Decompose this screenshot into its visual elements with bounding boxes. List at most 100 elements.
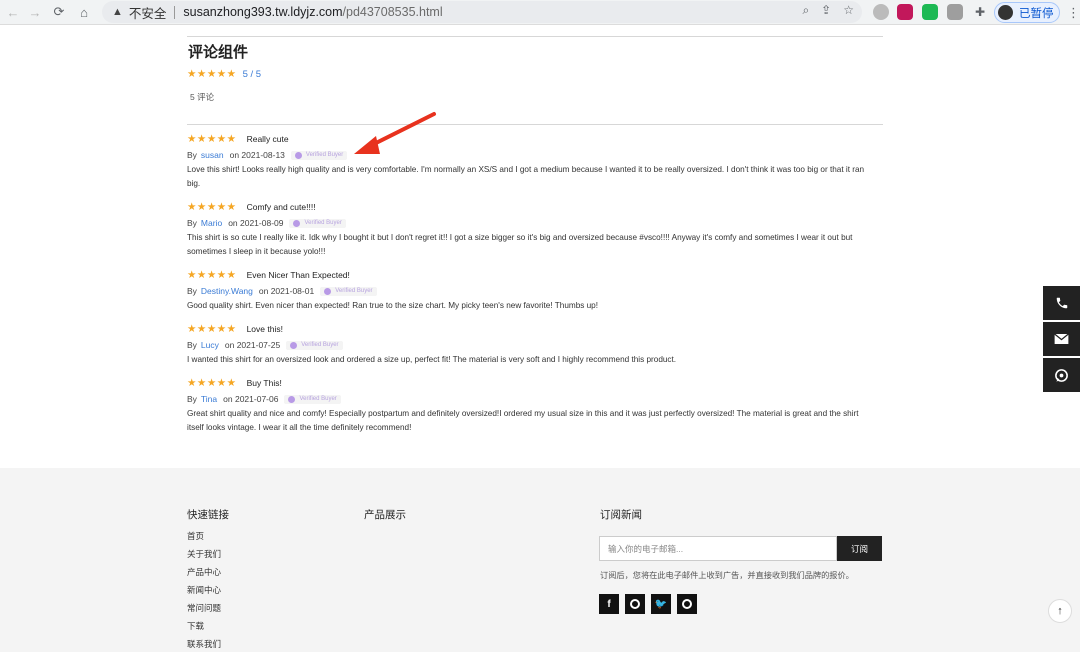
rating-score: 5 / 5 (242, 68, 262, 80)
warning-icon: ▲ (112, 6, 123, 18)
forward-button[interactable]: → (24, 1, 46, 23)
footer-link-home[interactable]: 首页 (187, 530, 204, 542)
puzzle-icon[interactable]: ✚ (972, 4, 988, 20)
phone-button[interactable] (1043, 286, 1080, 320)
review-author[interactable]: Tina (201, 394, 217, 404)
star-rating-icon: ★★★★★ (187, 68, 237, 80)
red-arrow-annotation (354, 112, 436, 154)
footer-link-download[interactable]: 下载 (187, 620, 204, 632)
footer-link-contact[interactable]: 联系我们 (187, 638, 221, 650)
facebook-icon[interactable]: f (599, 594, 619, 614)
quick-links-title: 快速链接 (187, 509, 229, 521)
youtube-icon[interactable] (677, 594, 697, 614)
star-rating-icon: ★★★★★ (187, 377, 237, 389)
back-button[interactable]: ← (2, 1, 24, 23)
review-date: on 2021-08-01 (258, 286, 315, 296)
twitter-icon[interactable]: 🐦 (651, 594, 671, 614)
star-rating-icon: ★★★★★ (187, 201, 237, 213)
zoom-icon[interactable]: ⌕ (802, 3, 809, 18)
star-rating-icon: ★★★★★ (187, 133, 237, 145)
extension-icon[interactable] (873, 4, 889, 20)
review-body: Love this shirt! Looks really high quali… (187, 165, 865, 188)
newsletter-form: 输入你的电子邮箱... 订阅 (599, 536, 882, 561)
verified-icon (290, 341, 298, 349)
footer-link-products[interactable]: 产品中心 (187, 566, 221, 578)
review-author[interactable]: Mario (201, 218, 222, 228)
avatar (998, 5, 1013, 20)
review-author[interactable]: susan (201, 150, 224, 160)
linkedin-icon[interactable] (625, 594, 645, 614)
verified-icon (293, 219, 301, 227)
newsletter-title: 订阅新闻 (600, 509, 642, 521)
review-body: Great shirt quality and nice and comfy! … (187, 409, 859, 432)
review-item: ★★★★★ Really cute By susan on 2021-08-13… (187, 133, 883, 191)
by-label: By (187, 150, 197, 160)
browser-toolbar: ← → ⟳ ⌂ ▲ 不安全 susanzhong393.tw.ldyjz.com… (0, 0, 1080, 25)
review-body: This shirt is so cute I really like it. … (187, 233, 853, 256)
whatsapp-button[interactable] (1043, 358, 1080, 392)
address-bar[interactable]: ▲ 不安全 susanzhong393.tw.ldyjz.com /pd4370… (102, 1, 862, 23)
by-label: By (187, 218, 197, 228)
review-author[interactable]: Lucy (201, 340, 219, 350)
verified-badge: Verified Buyer (284, 394, 341, 404)
verified-icon (294, 151, 302, 159)
review-author[interactable]: Destiny.Wang (201, 286, 253, 296)
review-headline: Love this! (246, 324, 283, 334)
verified-badge: Verified Buyer (286, 340, 343, 350)
email-input[interactable]: 输入你的电子邮箱... (599, 536, 837, 561)
by-label: By (187, 394, 197, 404)
star-rating-icon: ★★★★★ (187, 323, 237, 335)
extension-icon[interactable] (947, 4, 963, 20)
profile-button[interactable]: 已暂停 (994, 2, 1060, 23)
review-date: on 2021-08-13 (229, 150, 285, 160)
divider (187, 36, 883, 37)
review-date: on 2021-08-09 (228, 218, 284, 228)
review-item: ★★★★★ Comfy and cute!!!! By Mario on 202… (187, 201, 883, 259)
footer-link-news[interactable]: 新闻中心 (187, 584, 221, 596)
star-rating-icon: ★★★★★ (187, 269, 237, 281)
more-menu-icon[interactable]: ⋮ (1067, 5, 1080, 21)
bookmark-star-icon[interactable]: ☆ (843, 3, 854, 18)
review-item: ★★★★★ Buy This! By Tina on 2021-07-06 Ve… (187, 377, 883, 435)
by-label: By (187, 286, 197, 296)
profile-label: 已暂停 (1019, 7, 1054, 20)
verified-badge: Verified Buyer (290, 150, 348, 160)
extension-icon[interactable] (922, 4, 938, 20)
floating-contact-bar (1043, 286, 1080, 394)
home-button[interactable]: ⌂ (73, 1, 95, 23)
newsletter-note: 订阅后，您将在此电子邮件上收到广告，并直接收到我们品牌的报价。 (600, 571, 854, 580)
share-icon[interactable]: ⇪ (821, 3, 831, 18)
rating-summary: ★★★★★ 5 / 5 (187, 68, 261, 80)
site-footer: 快速链接 首页 关于我们 产品中心 新闻中心 常问问题 下载 联系我们 产品展示… (0, 468, 1080, 652)
subscribe-button[interactable]: 订阅 (837, 536, 882, 561)
reload-button[interactable]: ⟳ (48, 1, 70, 23)
products-title: 产品展示 (364, 509, 406, 521)
verified-icon (288, 395, 296, 403)
review-count: 5 评论 (190, 92, 215, 102)
social-links: f 🐦 (599, 594, 697, 614)
verified-badge: Verified Buyer (320, 286, 377, 296)
url-path: /pd43708535.html (342, 5, 443, 19)
divider (174, 5, 176, 19)
url-host: susanzhong393.tw.ldyjz.com (183, 5, 343, 19)
review-headline: Comfy and cute!!!! (246, 202, 316, 212)
review-date: on 2021-07-25 (224, 340, 281, 350)
whatsapp-icon (1055, 368, 1068, 382)
review-item: ★★★★★ Even Nicer Than Expected! By Desti… (187, 269, 883, 313)
review-body: Good quality shirt. Even nicer than expe… (187, 301, 598, 310)
review-item: ★★★★★ Love this! By Lucy on 2021-07-25 V… (187, 323, 883, 367)
review-headline: Even Nicer Than Expected! (246, 270, 350, 280)
footer-link-about[interactable]: 关于我们 (187, 548, 221, 560)
insecure-label: 不安全 (128, 6, 167, 21)
envelope-icon (1054, 333, 1069, 344)
review-headline: Really cute (246, 134, 289, 144)
phone-icon (1056, 297, 1067, 309)
back-to-top-button[interactable]: ↑ (1048, 599, 1072, 623)
extension-icon[interactable] (897, 4, 913, 20)
by-label: By (187, 340, 197, 350)
email-button[interactable] (1043, 322, 1080, 356)
review-date: on 2021-07-06 (223, 394, 279, 404)
footer-link-faq[interactable]: 常问问题 (187, 602, 221, 614)
section-title: 评论组件 (188, 44, 249, 61)
review-body: I wanted this shirt for an oversized loo… (187, 355, 677, 364)
